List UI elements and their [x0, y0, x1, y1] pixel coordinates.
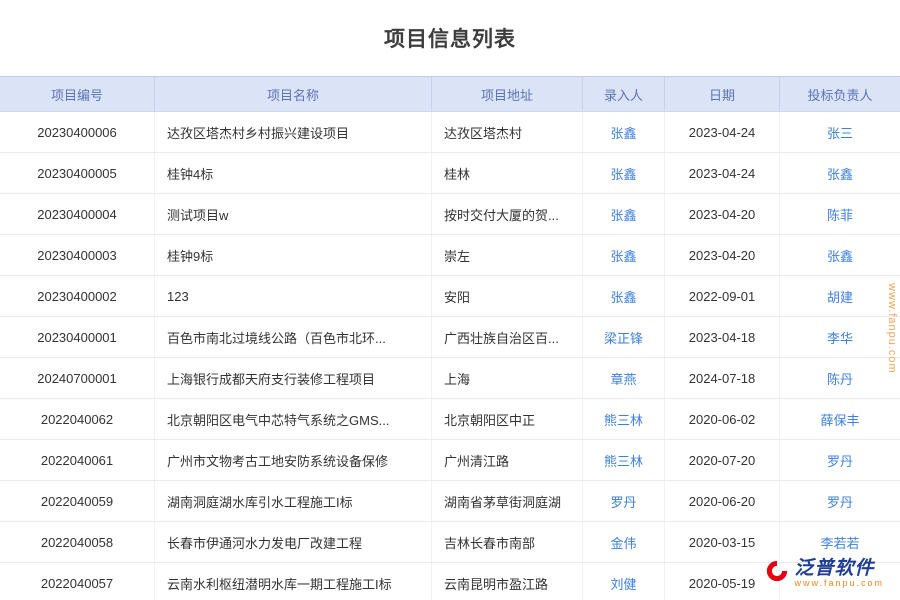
- bid-manager-link[interactable]: 胡建: [780, 276, 900, 316]
- bid-manager-link[interactable]: 张鑫: [780, 153, 900, 193]
- project-date-cell: 2020-05-19: [665, 563, 780, 600]
- header-project-name: 项目名称: [155, 77, 432, 111]
- bid-manager-link[interactable]: 张鑫: [780, 235, 900, 275]
- project-date-cell: 2024-07-18: [665, 358, 780, 398]
- project-address-cell: 广西壮族自治区百...: [432, 317, 583, 357]
- project-address-cell: 安阳: [432, 276, 583, 316]
- enterer-link[interactable]: 熊三林: [583, 399, 665, 439]
- project-code-cell: 20230400006: [0, 112, 155, 152]
- project-date-cell: 2020-06-02: [665, 399, 780, 439]
- project-code-cell: 2022040059: [0, 481, 155, 521]
- project-code-cell: 20230400003: [0, 235, 155, 275]
- header-date: 日期: [665, 77, 780, 111]
- header-bid-manager: 投标负责人: [780, 77, 900, 111]
- project-code-cell: 2022040057: [0, 563, 155, 600]
- enterer-link[interactable]: 熊三林: [583, 440, 665, 480]
- table-row: 20230400006 达孜区塔杰村乡村振兴建设项目 达孜区塔杰村 张鑫 202…: [0, 112, 900, 153]
- project-info-list-page: 项目信息列表 项目编号 项目名称 项目地址 录入人 日期 投标负责人 20230…: [0, 0, 900, 600]
- table-row: 2022040062 北京朝阳区电气中芯特气系统之GMS... 北京朝阳区中正 …: [0, 399, 900, 440]
- table-row: 2022040059 湖南洞庭湖水库引水工程施工I标 湖南省茅草街洞庭湖 罗丹 …: [0, 481, 900, 522]
- header-project-code: 项目编号: [0, 77, 155, 111]
- project-name-cell: 桂钟9标: [155, 235, 432, 275]
- bid-manager-link[interactable]: 罗丹: [780, 440, 900, 480]
- project-name-cell: 湖南洞庭湖水库引水工程施工I标: [155, 481, 432, 521]
- project-name-cell: 123: [155, 276, 432, 316]
- table-header-row: 项目编号 项目名称 项目地址 录入人 日期 投标负责人: [0, 76, 900, 112]
- bid-manager-link[interactable]: 陈菲: [780, 194, 900, 234]
- header-project-address: 项目地址: [432, 77, 583, 111]
- table-row: 2022040061 广州市文物考古工地安防系统设备保修 广州清江路 熊三林 2…: [0, 440, 900, 481]
- project-code-cell: 20230400005: [0, 153, 155, 193]
- project-date-cell: 2022-09-01: [665, 276, 780, 316]
- project-date-cell: 2020-06-20: [665, 481, 780, 521]
- project-code-cell: 2022040058: [0, 522, 155, 562]
- enterer-link[interactable]: 张鑫: [583, 235, 665, 275]
- header-enterer: 录入人: [583, 77, 665, 111]
- project-date-cell: 2023-04-24: [665, 153, 780, 193]
- project-address-cell: 达孜区塔杰村: [432, 112, 583, 152]
- project-date-cell: 2023-04-20: [665, 194, 780, 234]
- bid-manager-link[interactable]: 陈丹: [780, 358, 900, 398]
- project-code-cell: 20230400004: [0, 194, 155, 234]
- project-date-cell: 2020-07-20: [665, 440, 780, 480]
- project-date-cell: 2023-04-20: [665, 235, 780, 275]
- project-date-cell: 2020-03-15: [665, 522, 780, 562]
- project-name-cell: 上海银行成都天府支行装修工程项目: [155, 358, 432, 398]
- project-date-cell: 2023-04-18: [665, 317, 780, 357]
- project-address-cell: 崇左: [432, 235, 583, 275]
- enterer-link[interactable]: 金伟: [583, 522, 665, 562]
- bid-manager-link[interactable]: 薛保丰: [780, 399, 900, 439]
- enterer-link[interactable]: 张鑫: [583, 194, 665, 234]
- page-title: 项目信息列表: [384, 23, 516, 53]
- table-row: 20230400004 测试项目w 按时交付大厦的贺... 张鑫 2023-04…: [0, 194, 900, 235]
- project-table: 项目编号 项目名称 项目地址 录入人 日期 投标负责人 20230400006 …: [0, 76, 900, 600]
- bid-manager-link[interactable]: 李华: [780, 317, 900, 357]
- table-row: 20230400002 123 安阳 张鑫 2022-09-01 胡建: [0, 276, 900, 317]
- table-body: 20230400006 达孜区塔杰村乡村振兴建设项目 达孜区塔杰村 张鑫 202…: [0, 112, 900, 600]
- project-date-cell: 2023-04-24: [665, 112, 780, 152]
- bid-manager-link[interactable]: 张三: [780, 112, 900, 152]
- project-code-cell: 20230400002: [0, 276, 155, 316]
- project-address-cell: 桂林: [432, 153, 583, 193]
- project-address-cell: 北京朝阳区中正: [432, 399, 583, 439]
- project-address-cell: 按时交付大厦的贺...: [432, 194, 583, 234]
- project-address-cell: 上海: [432, 358, 583, 398]
- bid-manager-link[interactable]: [780, 563, 900, 600]
- project-address-cell: 湖南省茅草街洞庭湖: [432, 481, 583, 521]
- project-code-cell: 2022040062: [0, 399, 155, 439]
- table-row: 2022040057 云南水利枢纽潜明水库一期工程施工I标 云南昆明市盈江路 刘…: [0, 563, 900, 600]
- project-name-cell: 北京朝阳区电气中芯特气系统之GMS...: [155, 399, 432, 439]
- table-row: 20230400003 桂钟9标 崇左 张鑫 2023-04-20 张鑫: [0, 235, 900, 276]
- enterer-link[interactable]: 张鑫: [583, 276, 665, 316]
- table-row: 20230400001 百色市南北过境线公路（百色市北环... 广西壮族自治区百…: [0, 317, 900, 358]
- enterer-link[interactable]: 罗丹: [583, 481, 665, 521]
- project-name-cell: 达孜区塔杰村乡村振兴建设项目: [155, 112, 432, 152]
- page-header: 项目信息列表: [0, 0, 900, 76]
- project-code-cell: 20230400001: [0, 317, 155, 357]
- project-name-cell: 云南水利枢纽潜明水库一期工程施工I标: [155, 563, 432, 600]
- project-address-cell: 广州清江路: [432, 440, 583, 480]
- table-row: 20230400005 桂钟4标 桂林 张鑫 2023-04-24 张鑫: [0, 153, 900, 194]
- enterer-link[interactable]: 张鑫: [583, 112, 665, 152]
- bid-manager-link[interactable]: 李若若: [780, 522, 900, 562]
- project-name-cell: 百色市南北过境线公路（百色市北环...: [155, 317, 432, 357]
- enterer-link[interactable]: 刘健: [583, 563, 665, 600]
- project-address-cell: 吉林长春市南部: [432, 522, 583, 562]
- project-code-cell: 2022040061: [0, 440, 155, 480]
- bid-manager-link[interactable]: 罗丹: [780, 481, 900, 521]
- project-code-cell: 20240700001: [0, 358, 155, 398]
- project-name-cell: 长春市伊通河水力发电厂改建工程: [155, 522, 432, 562]
- project-name-cell: 广州市文物考古工地安防系统设备保修: [155, 440, 432, 480]
- table-row: 2022040058 长春市伊通河水力发电厂改建工程 吉林长春市南部 金伟 20…: [0, 522, 900, 563]
- enterer-link[interactable]: 章燕: [583, 358, 665, 398]
- project-address-cell: 云南昆明市盈江路: [432, 563, 583, 600]
- enterer-link[interactable]: 张鑫: [583, 153, 665, 193]
- project-name-cell: 桂钟4标: [155, 153, 432, 193]
- project-name-cell: 测试项目w: [155, 194, 432, 234]
- table-row: 20240700001 上海银行成都天府支行装修工程项目 上海 章燕 2024-…: [0, 358, 900, 399]
- enterer-link[interactable]: 梁正锋: [583, 317, 665, 357]
